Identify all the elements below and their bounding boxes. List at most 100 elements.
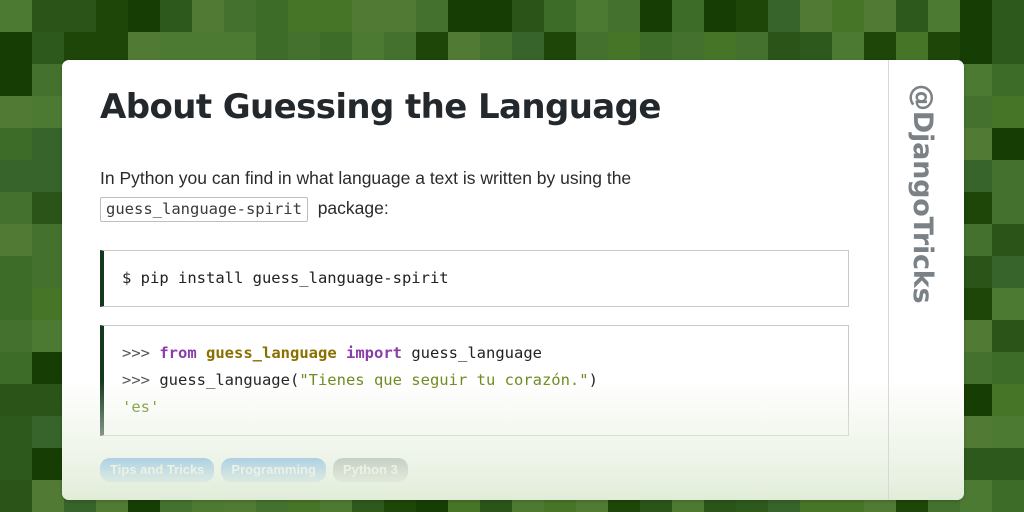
tag-tips-and-tricks[interactable]: Tips and Tricks — [100, 458, 215, 482]
background-tile — [0, 320, 32, 352]
background-tile — [32, 32, 64, 64]
background-tile — [960, 224, 992, 256]
background-tile — [384, 0, 416, 32]
background-tile — [32, 128, 64, 160]
background-tile — [992, 480, 1024, 512]
background-tile — [832, 0, 864, 32]
background-tile — [0, 0, 32, 32]
tag-programming[interactable]: Programming — [221, 458, 326, 482]
background-tile — [992, 160, 1024, 192]
background-tile — [992, 352, 1024, 384]
code-block-python-repl: >>> from guess_language import guess_lan… — [100, 325, 849, 436]
background-tile — [0, 352, 32, 384]
background-tile — [448, 0, 480, 32]
tag-python-3[interactable]: Python 3 — [332, 458, 408, 482]
background-tile — [416, 0, 448, 32]
background-tile — [992, 288, 1024, 320]
background-tile — [0, 160, 32, 192]
background-tile — [960, 416, 992, 448]
code-block-shell-install: $ pip install guess_language-spirit — [100, 250, 849, 307]
watermark-column: @DjangoTricks — [888, 60, 964, 500]
code-token-plain: ) — [588, 371, 598, 389]
background-tile — [0, 192, 32, 224]
background-tile — [640, 0, 672, 32]
background-tile — [192, 0, 224, 32]
background-tile — [864, 0, 896, 32]
background-tile — [960, 160, 992, 192]
background-tile — [96, 0, 128, 32]
background-tile — [992, 384, 1024, 416]
background-tile — [992, 32, 1024, 64]
background-tile — [0, 96, 32, 128]
background-tile — [896, 0, 928, 32]
intro-paragraph: In Python you can find in what language … — [100, 128, 840, 224]
code-token-string: "Tienes que seguir tu corazón." — [299, 371, 589, 389]
background-tile — [32, 64, 64, 96]
background-tile — [0, 480, 32, 512]
background-tile — [960, 352, 992, 384]
background-tile — [960, 480, 992, 512]
background-tile — [0, 64, 32, 96]
intro-paragraph-prefix: In Python you can find in what language … — [100, 168, 632, 188]
background-tile — [992, 320, 1024, 352]
background-tile — [960, 320, 992, 352]
background-tile — [32, 256, 64, 288]
background-tile — [704, 0, 736, 32]
background-tile — [960, 384, 992, 416]
background-tile — [672, 0, 704, 32]
background-tile — [960, 256, 992, 288]
background-tile — [0, 256, 32, 288]
article-content: About Guessing the Language In Python yo… — [100, 60, 870, 482]
background-tile — [928, 0, 960, 32]
background-tile — [32, 320, 64, 352]
code-token-module: guess_language — [206, 344, 337, 362]
background-tile — [992, 96, 1024, 128]
background-tile — [32, 288, 64, 320]
background-tile — [480, 0, 512, 32]
code-token-plain: guess_language — [402, 344, 542, 362]
background-tile — [800, 0, 832, 32]
code-token-prompt: >>> — [122, 371, 160, 389]
background-tile — [960, 448, 992, 480]
background-tile — [960, 64, 992, 96]
background-tile — [0, 224, 32, 256]
intro-paragraph-suffix: package: — [317, 198, 389, 218]
background-tile — [992, 416, 1024, 448]
background-tile — [32, 416, 64, 448]
background-tile — [128, 0, 160, 32]
background-tile — [608, 0, 640, 32]
background-tile — [0, 288, 32, 320]
background-tile — [960, 96, 992, 128]
background-tile — [512, 0, 544, 32]
background-tile — [256, 0, 288, 32]
content-sidebar-divider — [888, 60, 889, 500]
background-tile — [0, 416, 32, 448]
code-token-plain: guess_language( — [159, 371, 300, 389]
background-tile — [0, 384, 32, 416]
code-token-prompt: >>> — [122, 344, 160, 362]
tag-list: Tips and Tricks Programming Python 3 — [100, 458, 870, 482]
background-tile — [960, 128, 992, 160]
background-tile — [64, 0, 96, 32]
background-tile — [960, 288, 992, 320]
background-tile — [32, 0, 64, 32]
background-tile — [160, 0, 192, 32]
code-token-keyword: import — [346, 344, 402, 362]
background-tile — [32, 480, 64, 512]
background-tile — [992, 64, 1024, 96]
code-token-plain: $ pip install guess_language-spirit — [122, 269, 449, 287]
background-tile — [992, 256, 1024, 288]
background-tile — [32, 352, 64, 384]
watermark-handle: @DjangoTricks — [907, 84, 938, 304]
background-tile — [992, 448, 1024, 480]
background-tile — [960, 32, 992, 64]
background-tile — [992, 0, 1024, 32]
code-token-string: 'es' — [122, 398, 160, 416]
background-tile — [32, 160, 64, 192]
page-title: About Guessing the Language — [100, 87, 661, 127]
background-tile — [992, 192, 1024, 224]
background-tile — [544, 0, 576, 32]
background-tile — [320, 0, 352, 32]
